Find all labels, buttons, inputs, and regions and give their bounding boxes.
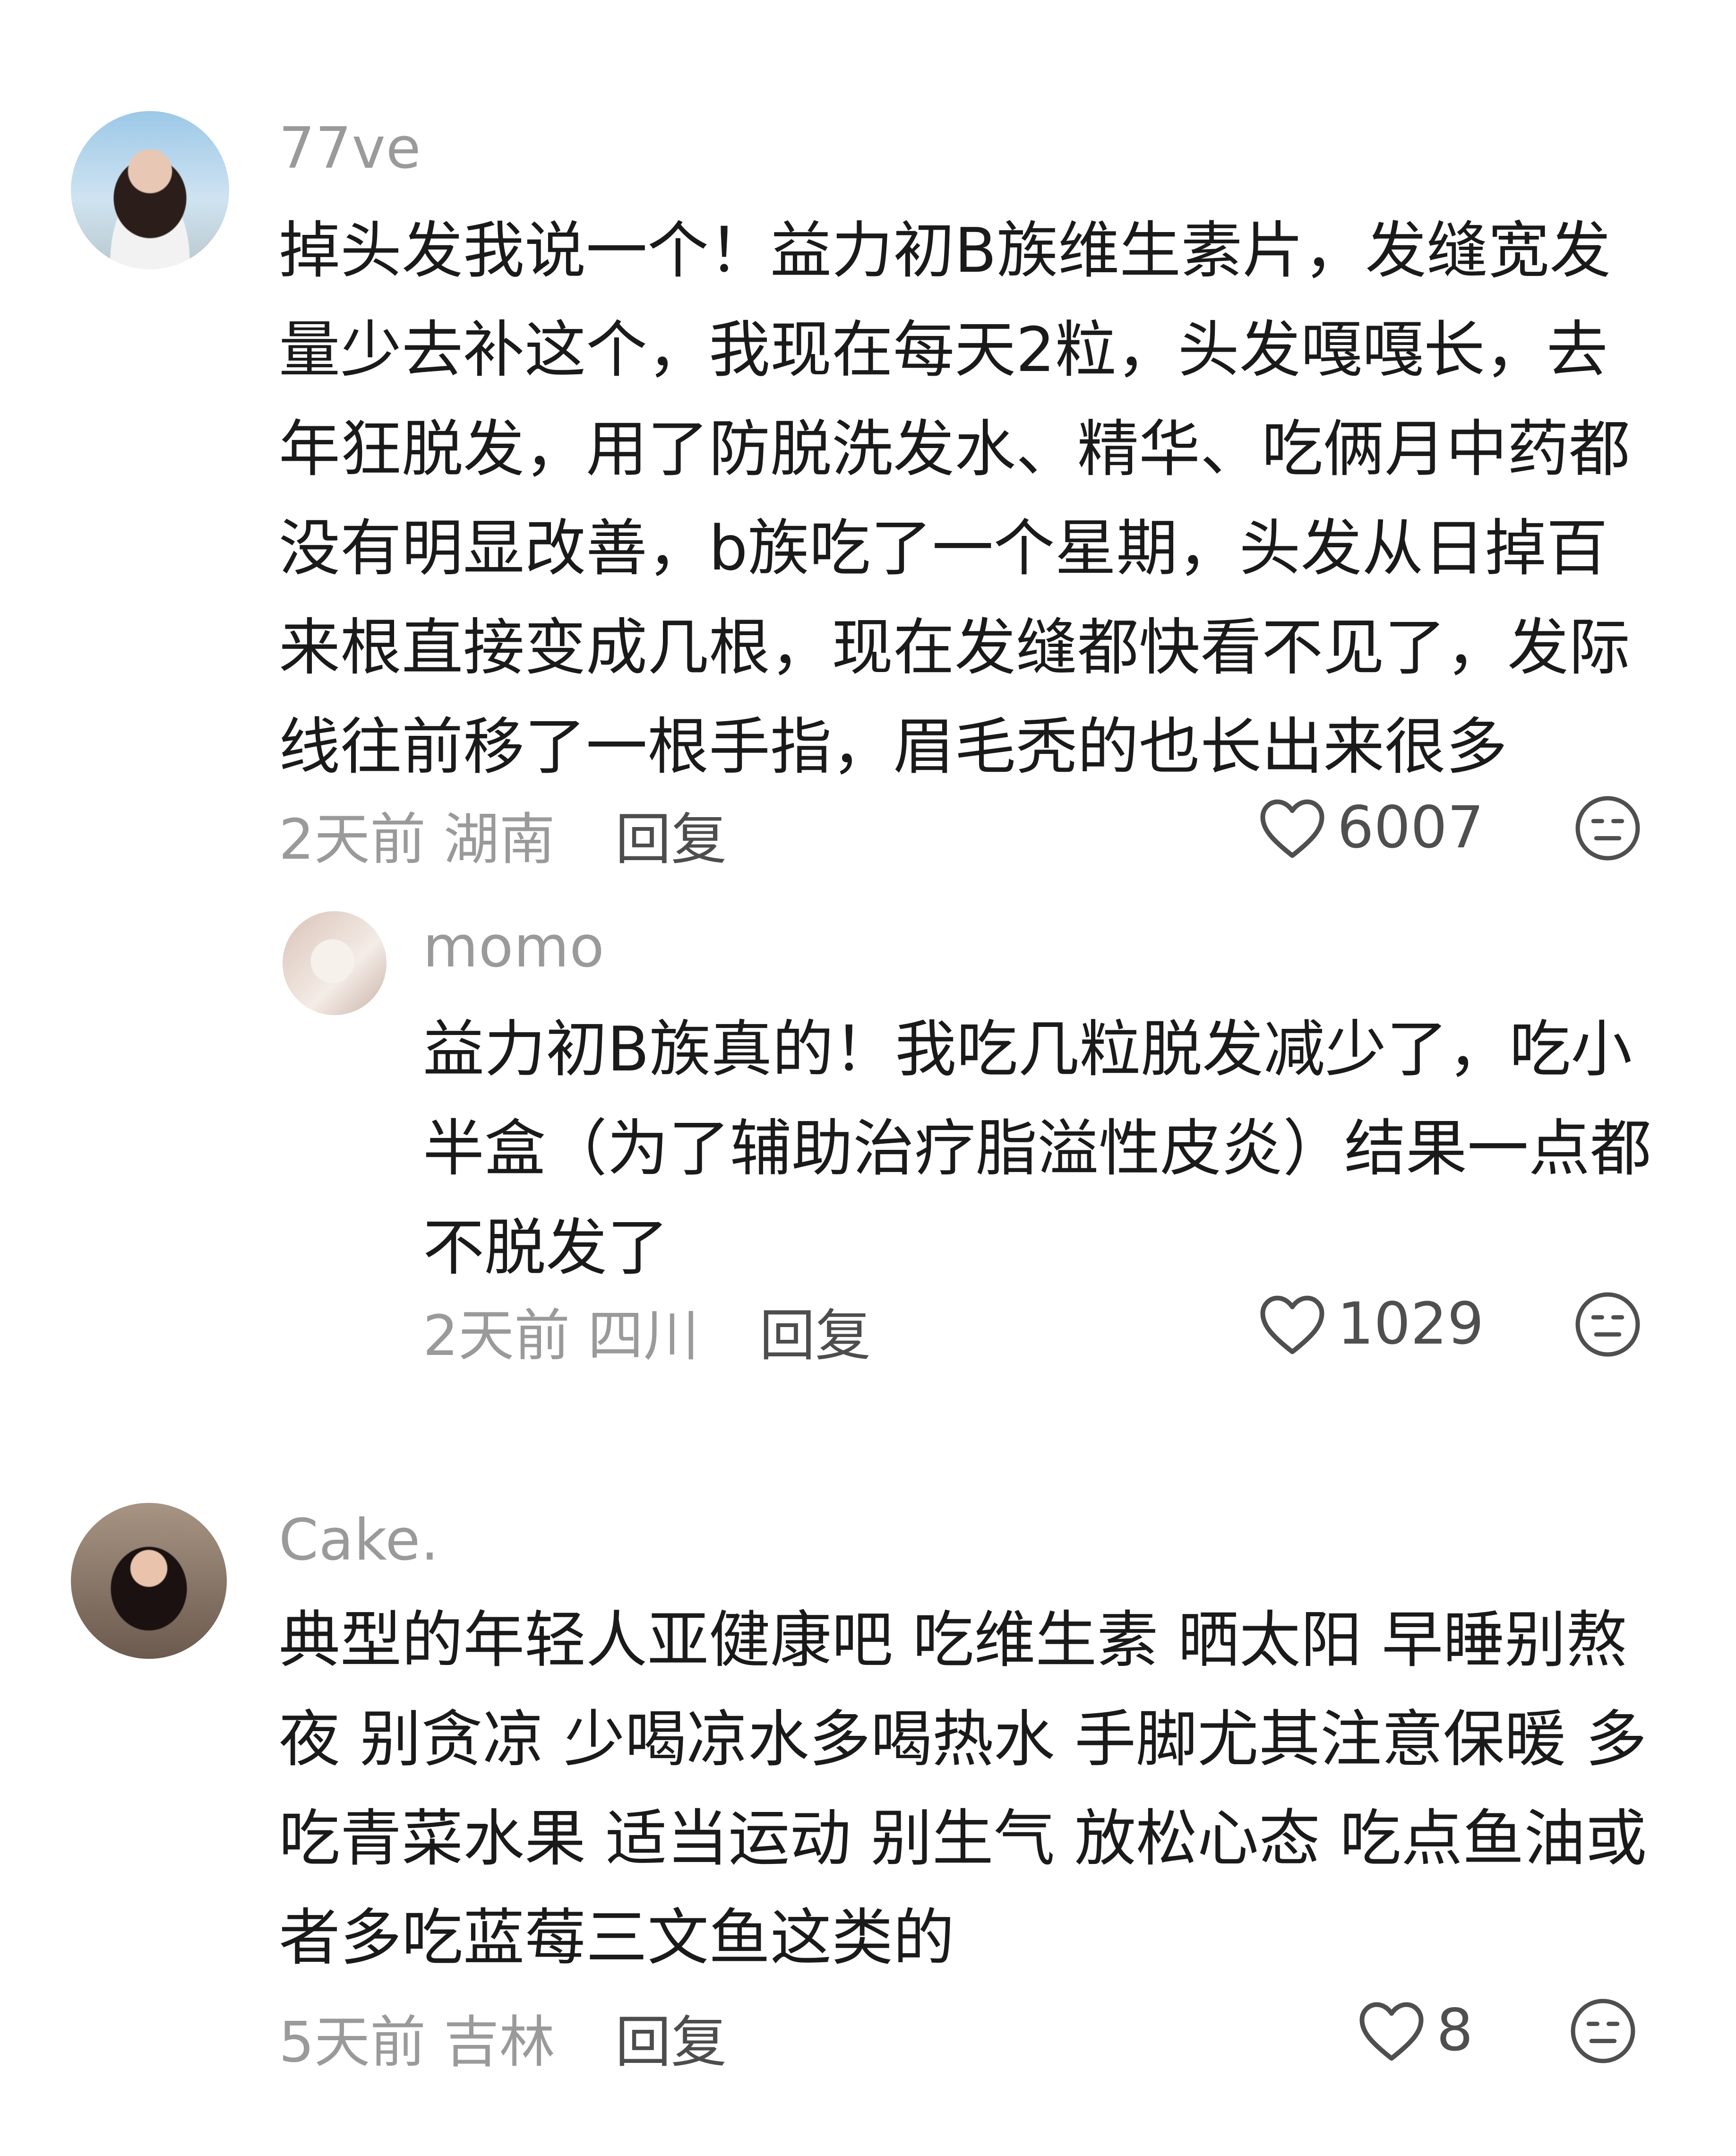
neutral-face-icon[interactable] xyxy=(1569,1997,1637,2065)
like-button[interactable]: 1029 xyxy=(1257,1290,1484,1357)
timestamp: 5天前 xyxy=(279,2009,426,2075)
like-button[interactable]: 6007 xyxy=(1257,794,1484,861)
location: 吉林 xyxy=(443,2009,555,2075)
heart-outline-icon xyxy=(1260,799,1324,858)
avatar[interactable] xyxy=(71,111,229,269)
like-count: 1029 xyxy=(1337,1290,1484,1357)
reply-avatar[interactable] xyxy=(283,911,387,1015)
reply-meta: 2天前 四川 回复 xyxy=(423,1290,871,1371)
comment-meta: 2天前 湖南 回复 xyxy=(279,794,727,875)
username[interactable]: Cake. xyxy=(279,1508,439,1573)
location: 湖南 xyxy=(443,807,555,872)
heart-outline-icon xyxy=(1359,2002,1424,2061)
reply-username[interactable]: momo xyxy=(423,914,605,980)
location: 四川 xyxy=(587,1303,699,1368)
reply-button[interactable]: 回复 xyxy=(615,2009,727,2075)
neutral-face-icon[interactable] xyxy=(1573,1290,1642,1359)
reply-button[interactable]: 回复 xyxy=(759,1303,871,1368)
avatar[interactable] xyxy=(71,1503,227,1659)
like-count: 6007 xyxy=(1337,794,1484,861)
neutral-face-icon[interactable] xyxy=(1573,794,1642,862)
username[interactable]: 77ve xyxy=(279,116,421,181)
timestamp: 2天前 xyxy=(423,1303,570,1368)
comment-text: 典型的年轻人亚健康吧 吃维生素 晒太阳 早睡别熬夜 别贪凉 少喝凉水多喝热水 手… xyxy=(279,1604,1647,1974)
comment-text: 掉头发我说一个！益力初B族维生素片，发缝宽发量少去补这个，我现在每天2粒，头发嘎… xyxy=(279,215,1631,783)
like-button[interactable]: 8 xyxy=(1356,1997,1473,2064)
comment-meta: 5天前 吉林 回复 xyxy=(279,1997,727,2078)
reply-button[interactable]: 回复 xyxy=(615,807,727,872)
reply-text: 益力初B族真的！我吃几粒脱发减少了，吃小半盒（为了辅助治疗脂溢性皮炎）结果一点都… xyxy=(423,1013,1652,1284)
heart-outline-icon xyxy=(1260,1295,1324,1354)
like-count: 8 xyxy=(1436,1997,1473,2064)
timestamp: 2天前 xyxy=(279,807,426,872)
